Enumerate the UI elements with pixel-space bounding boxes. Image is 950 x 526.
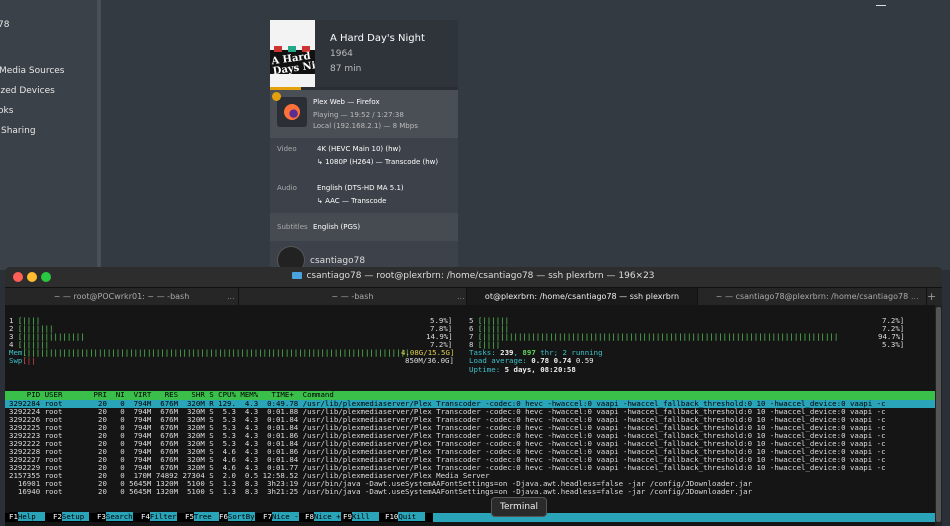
video-source: 4K (HEVC Main 10) (hw)	[317, 145, 402, 153]
sidebar-item-authorized-devices[interactable]: ized Devices	[0, 86, 55, 96]
swap-value: 850M/36.0G]	[405, 356, 454, 365]
swap-meter: Swp[||	[9, 356, 36, 365]
f2-setup-button[interactable]: F2Setup	[53, 512, 89, 522]
sidebar-item-webhooks[interactable]: oks	[0, 106, 13, 116]
folder-icon	[292, 272, 303, 279]
subtitles-value: English (PGS)	[313, 223, 361, 231]
tab-label: ~ — root@POCwrkr01: ~ — -bash	[53, 292, 190, 301]
now-playing-panel: A Hard Days Night A Hard Day's Night 196…	[270, 20, 458, 274]
video-target: ↳ 1080P (H264) — Transcode (hw)	[317, 158, 439, 166]
terminal-tabbar: ~ — root@POCwrkr01: ~ — -bash ... ~ — -b…	[5, 287, 942, 306]
tab-2[interactable]: ~ — -bash	[239, 288, 467, 306]
mem-meter: Mem[||||||||||||||||||||||||||||||||||||…	[9, 348, 410, 357]
f8-nice-plus-button[interactable]: F8Nice +	[305, 512, 341, 522]
movie-year: 1964	[330, 49, 353, 59]
tab-label: ~ — -bash	[331, 292, 374, 301]
tab-4[interactable]: ~ — csantiago78@plexrbrn: /home/csantiag…	[698, 288, 927, 306]
lock-icon	[272, 92, 281, 101]
uptime: Uptime: 5 days, 08:20:58	[469, 365, 576, 374]
terminal-title: csantiago78 — root@plexrbrn: /home/csant…	[5, 271, 942, 281]
terminal-title-text: csantiago78 — root@plexrbrn: /home/csant…	[306, 271, 655, 281]
terminal-titlebar[interactable]: csantiago78 — root@plexrbrn: /home/csant…	[5, 267, 942, 287]
f4-filter-button[interactable]: F4Filter	[141, 512, 177, 522]
load-average: Load average: 0.78 0.74 0.59	[469, 356, 594, 365]
player-state: Playing — 19:52 / 1:27:38	[313, 111, 404, 119]
tab-label: ot@plexrbrn: /home/csantiago78 — ssh ple…	[484, 292, 680, 301]
movie-poster[interactable]: A Hard Days Night	[270, 20, 315, 88]
sidebar-item-media-sources[interactable]: Media Sources	[0, 66, 65, 76]
subtitles-label: Subtitles	[277, 223, 308, 231]
terminal-window: csantiago78 — root@plexrbrn: /home/csant…	[5, 267, 942, 526]
minimize-icon[interactable]	[876, 5, 886, 6]
f9-kill-button[interactable]: F9Kill	[343, 512, 379, 522]
tab-overflow-icon[interactable]: ...	[227, 288, 235, 306]
tab-overflow-icon[interactable]: ...	[457, 288, 465, 306]
tab-overflow-icon[interactable]: ...	[911, 288, 919, 306]
tab-1[interactable]: ~ — root@POCwrkr01: ~ — -bash	[5, 288, 239, 306]
player-row: Plex Web — Firefox Playing — 19:52 / 1:2…	[270, 90, 458, 138]
firefox-icon	[284, 104, 300, 120]
f5-tree-button[interactable]: F5Tree	[185, 512, 221, 522]
user-name[interactable]: csantiago78	[310, 256, 365, 266]
plex-sidebar: 78 Media Sources ized Devices oks Sharin…	[0, 0, 101, 270]
audio-target: ↳ AAC — Transcode	[317, 197, 387, 205]
subtitles-row: Subtitles English (PGS)	[270, 213, 458, 241]
cpu-pct-8: 5.3%]	[882, 340, 905, 349]
tab-label: ~ — csantiago78@plexrbrn: /home/csantiag…	[715, 292, 909, 301]
f10-quit-button[interactable]: F10Quit	[385, 512, 426, 522]
audio-source: English (DTS-HD MA 5.1)	[317, 184, 404, 192]
tab-3-active[interactable]: ot@plexrbrn: /home/csantiago78 — ssh ple…	[467, 288, 698, 306]
f6-sortby-button[interactable]: F6SortBy	[219, 512, 255, 522]
movie-title[interactable]: A Hard Day's Night	[330, 33, 425, 44]
movie-header: A Hard Days Night A Hard Day's Night 196…	[270, 20, 458, 88]
function-key-bar: F1Help F2Setup F3Search F4Filter F5Tree …	[5, 512, 935, 522]
player-name: Plex Web — Firefox	[313, 98, 380, 106]
scrollbar-thumb[interactable]	[936, 307, 941, 522]
new-tab-icon[interactable]: +	[927, 288, 936, 305]
f3-search-button[interactable]: F3Search	[97, 512, 133, 522]
f1-help-button[interactable]: F1Help	[9, 512, 45, 522]
sidebar-item-sharing[interactable]: Sharing	[1, 126, 36, 136]
cpu-meter-7: 7 [|||||||||||||||||||||||||||||||||||||…	[469, 333, 839, 341]
htop-output[interactable]: 1 [|||| 2 [||||||| 3 [|||||||||||||| 4 […	[5, 305, 942, 526]
cpu-meter-6: 6 [||||||	[469, 324, 510, 333]
movie-duration: 87 min	[330, 64, 362, 74]
audio-label: Audio	[277, 184, 297, 192]
player-network: Local (192.168.2.1) — 8 Mbps	[313, 122, 418, 130]
sidebar-item-account[interactable]: 78	[0, 20, 9, 30]
plex-window: 78 Media Sources ized Devices oks Sharin…	[0, 0, 950, 274]
terminal-tooltip: Terminal	[491, 497, 548, 517]
video-label: Video	[277, 145, 297, 153]
f7-nice-minus-button[interactable]: F7Nice -	[263, 512, 299, 522]
terminal-scrollbar[interactable]	[935, 305, 942, 526]
table-row[interactable]: 16940 root 20 0 5645M 1320M 5100 S 1.3 8…	[9, 487, 752, 496]
player-icon-box	[277, 97, 307, 127]
